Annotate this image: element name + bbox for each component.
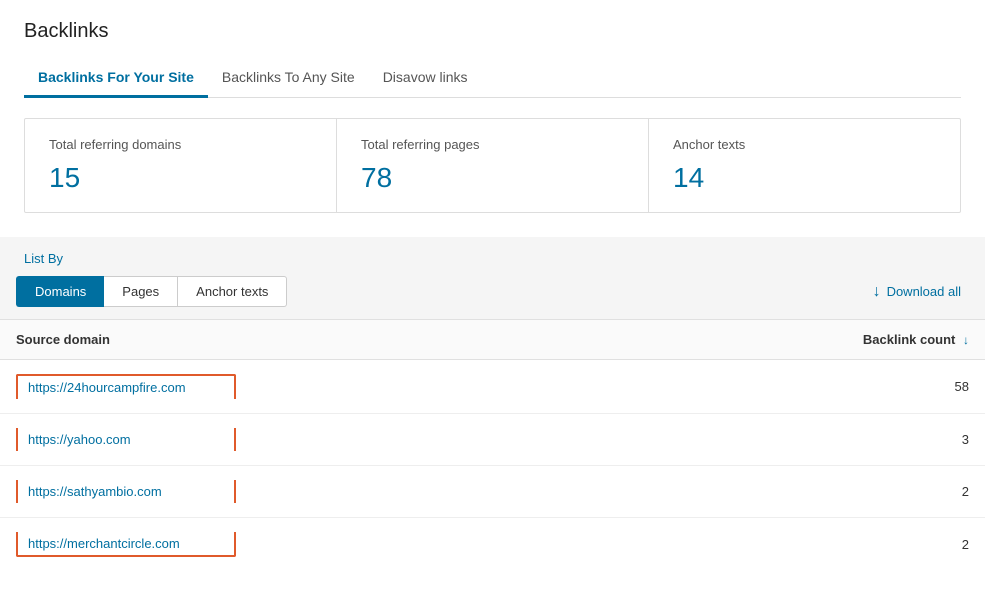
download-all-label: Download all: [887, 284, 961, 299]
list-by-controls: Domains Pages Anchor texts ↓ Download al…: [16, 276, 969, 319]
cell-domain: https://24hourcampfire.com: [0, 360, 628, 414]
download-icon: ↓: [873, 283, 881, 301]
stat-value-referring-domains: 15: [49, 162, 312, 194]
table-row: https://merchantcircle.com 2: [0, 518, 985, 572]
table-row: https://sathyambio.com 2: [0, 466, 985, 518]
page-container: Backlinks Backlinks For Your Site Backli…: [0, 0, 985, 591]
table-row: https://yahoo.com 3: [0, 414, 985, 466]
cell-backlink-count: 58: [628, 360, 985, 414]
table-header-row: Source domain Backlink count ↓: [0, 320, 985, 360]
cell-backlink-count: 3: [628, 414, 985, 466]
cell-backlink-count: 2: [628, 518, 985, 572]
domain-link[interactable]: https://sathyambio.com: [16, 480, 236, 503]
stat-box-anchor-texts: Anchor texts 14: [649, 119, 960, 212]
list-by-tabs: Domains Pages Anchor texts: [16, 276, 287, 307]
domain-link[interactable]: https://yahoo.com: [16, 428, 236, 451]
list-tab-anchor-texts[interactable]: Anchor texts: [178, 276, 287, 307]
list-tab-domains[interactable]: Domains: [16, 276, 104, 307]
stat-box-referring-pages: Total referring pages 78: [337, 119, 649, 212]
cell-domain: https://merchantcircle.com: [0, 518, 628, 572]
list-by-label: List By: [16, 251, 969, 266]
domain-link[interactable]: https://24hourcampfire.com: [16, 374, 236, 399]
list-by-section: List By Domains Pages Anchor texts ↓ Dow…: [0, 237, 985, 571]
cell-domain: https://yahoo.com: [0, 414, 628, 466]
backlinks-table: Source domain Backlink count ↓ https://2…: [0, 320, 985, 571]
tab-backlinks-for-your-site[interactable]: Backlinks For Your Site: [24, 59, 208, 98]
sort-icon: ↓: [963, 333, 969, 347]
stat-value-anchor-texts: 14: [673, 162, 936, 194]
tab-disavow-links[interactable]: Disavow links: [369, 59, 482, 98]
table-container: Source domain Backlink count ↓ https://2…: [0, 319, 985, 571]
stat-label-referring-domains: Total referring domains: [49, 137, 312, 152]
col-header-backlink-count[interactable]: Backlink count ↓: [628, 320, 985, 360]
table-body: https://24hourcampfire.com58https://yaho…: [0, 360, 985, 572]
stat-label-anchor-texts: Anchor texts: [673, 137, 936, 152]
cell-backlink-count: 2: [628, 466, 985, 518]
stat-label-referring-pages: Total referring pages: [361, 137, 624, 152]
list-tab-pages[interactable]: Pages: [104, 276, 178, 307]
page-title: Backlinks: [24, 20, 961, 43]
stats-row: Total referring domains 15 Total referri…: [24, 118, 961, 213]
main-tabs-bar: Backlinks For Your Site Backlinks To Any…: [24, 59, 961, 98]
col-header-source-domain: Source domain: [0, 320, 628, 360]
tab-backlinks-to-any-site[interactable]: Backlinks To Any Site: [208, 59, 369, 98]
cell-domain: https://sathyambio.com: [0, 466, 628, 518]
download-all-button[interactable]: ↓ Download all: [865, 279, 969, 305]
domain-link[interactable]: https://merchantcircle.com: [16, 532, 236, 557]
stat-box-referring-domains: Total referring domains 15: [25, 119, 337, 212]
table-row: https://24hourcampfire.com 58: [0, 360, 985, 414]
stat-value-referring-pages: 78: [361, 162, 624, 194]
